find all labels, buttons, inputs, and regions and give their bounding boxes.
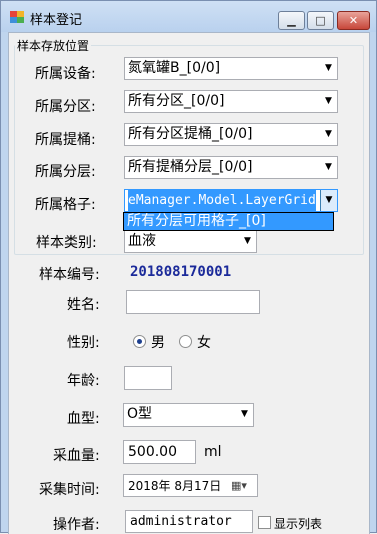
zone-combobox[interactable]: 所有分区_[0/0] ▼ [124,90,338,113]
bucket-combobox[interactable]: 所有分区提桶_[0/0] ▼ [124,123,338,146]
layer-value: 所有提桶分层_[0/0] [128,159,253,175]
grid-value: eManager.Model.LayerGrid [128,190,316,211]
show-list-label[interactable]: 显示列表 [274,515,322,532]
layer-label: 所属分层: [35,164,96,180]
sample-no-label: 样本编号: [39,267,100,283]
volume-unit: ml [204,444,222,460]
form-client-area: 样本存放位置 所属设备: 氮氧罐B_[0/0] ▼ 所属分区: 所有分区_[0/… [8,32,370,534]
operator-label: 操作者: [53,517,100,533]
name-input[interactable] [126,290,260,314]
volume-label: 采血量: [53,448,100,464]
sample-type-combobox[interactable]: 血液 ▼ [124,230,257,253]
show-list-checkbox[interactable] [258,516,271,529]
chevron-down-icon[interactable]: ▼ [239,231,256,252]
volume-input[interactable]: 500.00 [123,440,196,464]
device-combobox[interactable]: 氮氧罐B_[0/0] ▼ [124,57,338,80]
gender-label: 性别: [67,335,100,351]
zone-label: 所属分区: [35,99,96,115]
blood-type-value: O型 [127,406,153,422]
blood-type-combobox[interactable]: O型 ▼ [123,403,254,427]
chevron-down-icon[interactable]: ▼ [320,91,337,112]
operator-input[interactable]: administrator [125,510,253,533]
window-title: 样本登记 [30,13,83,28]
grid-dropdown-item[interactable]: 所有分层可用格子_[0] [123,212,334,231]
chevron-down-icon[interactable]: ▼ [320,124,337,145]
zone-value: 所有分区_[0/0] [128,93,225,109]
grid-label: 所属格子: [35,197,96,213]
blood-type-label: 血型: [67,411,100,427]
chevron-down-icon[interactable]: ▼ [320,190,337,211]
collect-time-picker[interactable]: 2018年 8月17日 ▦▾ [123,474,258,497]
name-label: 姓名: [67,297,100,313]
layer-combobox[interactable]: 所有提桶分层_[0/0] ▼ [124,156,338,179]
collect-time-value: 2018年 8月17日 [128,479,222,493]
gender-male-radio[interactable] [133,335,146,348]
sample-no-value: 201808170001 [130,264,232,280]
close-button[interactable]: ✕ [337,11,370,30]
collect-time-label: 采集时间: [39,482,100,498]
sample-registration-window: 样本登记 ▁ □ ✕ 样本存放位置 所属设备: 氮氧罐B_[0/0] ▼ 所属分… [0,0,377,534]
device-value: 氮氧罐B_[0/0] [128,60,221,76]
grid-combobox[interactable]: eManager.Model.LayerGrid ▼ [124,189,338,212]
gender-female-radio[interactable] [179,335,192,348]
bucket-value: 所有分区提桶_[0/0] [128,126,253,142]
maximize-button[interactable]: □ [307,11,334,30]
gender-male-label[interactable]: 男 [151,332,165,352]
chevron-down-icon[interactable]: ▼ [320,157,337,178]
sample-type-label: 样本类别: [36,235,97,251]
age-input[interactable] [124,366,172,390]
app-icon [10,11,24,23]
sample-type-value: 血液 [128,233,156,249]
device-label: 所属设备: [35,66,96,82]
title-bar[interactable]: 样本登记 ▁ □ ✕ [1,1,376,32]
age-label: 年龄: [67,373,100,389]
bucket-label: 所属提桶: [35,132,96,148]
storage-group-title: 样本存放位置 [15,37,92,54]
chevron-down-icon[interactable]: ▼ [236,404,253,425]
gender-female-label[interactable]: 女 [197,332,211,352]
calendar-icon[interactable]: ▦▾ [231,478,253,494]
minimize-button[interactable]: ▁ [278,11,305,30]
chevron-down-icon[interactable]: ▼ [320,58,337,79]
